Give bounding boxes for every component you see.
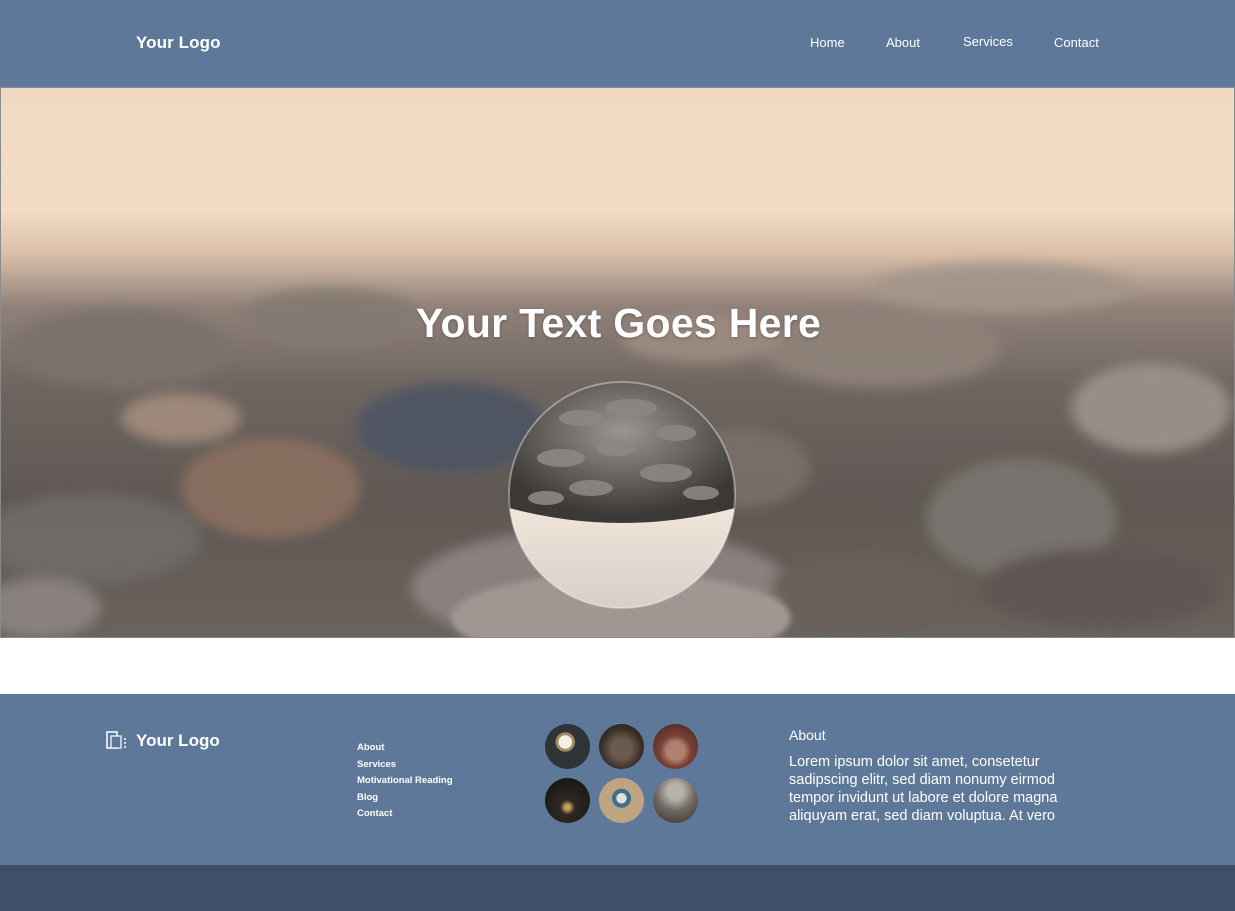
gallery-thumb[interactable]: [599, 724, 644, 769]
nav-home[interactable]: Home: [810, 35, 845, 50]
header-logo[interactable]: Your Logo: [136, 33, 221, 53]
footer-about-text: Lorem ipsum dolor sit amet, consetetur s…: [789, 754, 1058, 824]
hero-image: [1, 263, 1231, 637]
gallery-thumb[interactable]: [653, 724, 698, 769]
footer-links: About Services Motivational Reading Blog…: [357, 737, 453, 820]
hero-banner: Your Text Goes Here: [0, 87, 1235, 638]
footer-about-title: About: [789, 727, 826, 743]
footer-link-about[interactable]: About: [357, 742, 384, 753]
crystal-ball: [508, 381, 736, 609]
footer-link-services[interactable]: Services: [357, 759, 396, 770]
gallery-thumb[interactable]: [599, 778, 644, 823]
bottom-bar: [0, 865, 1235, 911]
top-header: Your Logo Home About Services Contact: [0, 0, 1235, 87]
gallery-thumb[interactable]: [653, 778, 698, 823]
footer-link-contact[interactable]: Contact: [357, 808, 392, 819]
gallery-thumb[interactable]: [545, 778, 590, 823]
logo-mark-icon: [106, 731, 126, 749]
gallery-thumb[interactable]: [545, 724, 590, 769]
footer-link-motivational-reading[interactable]: Motivational Reading: [357, 775, 453, 786]
footer-logo-text: Your Logo: [136, 731, 220, 750]
hero-title: Your Text Goes Here: [415, 300, 822, 346]
footer-link-blog[interactable]: Blog: [357, 792, 378, 803]
nav-about[interactable]: About: [886, 35, 920, 50]
nav-contact[interactable]: Contact: [1054, 35, 1099, 50]
site-footer: Your Logo About Services Motivational Re…: [0, 694, 1235, 865]
nav-services[interactable]: Services: [963, 34, 1013, 49]
footer-logo[interactable]: Your Logo: [106, 731, 220, 751]
